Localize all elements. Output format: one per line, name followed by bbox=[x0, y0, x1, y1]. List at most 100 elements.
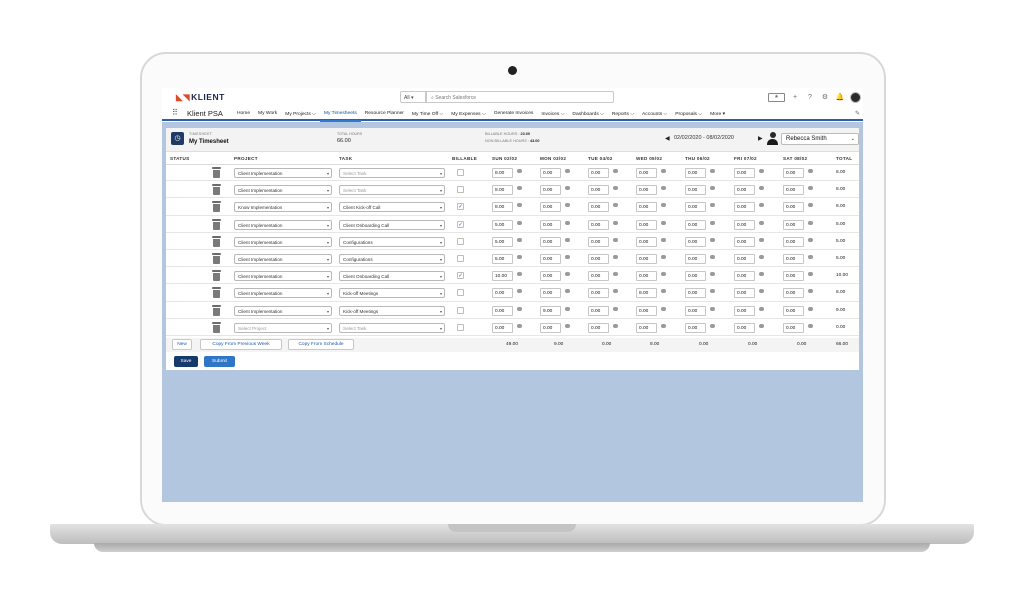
hours-input[interactable]: 0.00 bbox=[636, 168, 657, 178]
trash-icon[interactable] bbox=[212, 253, 221, 264]
comment-icon[interactable] bbox=[613, 306, 618, 311]
comment-icon[interactable] bbox=[517, 169, 522, 173]
comment-icon[interactable] bbox=[661, 289, 666, 294]
comment-icon[interactable] bbox=[517, 306, 522, 311]
hours-input[interactable]: 0.00 bbox=[636, 236, 657, 247]
nav-item-7[interactable]: Generate Invoices bbox=[490, 111, 538, 121]
comment-icon[interactable] bbox=[808, 237, 813, 242]
trash-icon[interactable] bbox=[212, 167, 221, 178]
comment-icon[interactable] bbox=[710, 203, 715, 208]
hours-input[interactable]: 0.00 bbox=[636, 305, 657, 316]
comment-icon[interactable] bbox=[661, 220, 666, 225]
nav-item-10[interactable]: Reports ⌵ bbox=[608, 111, 638, 121]
comment-icon[interactable] bbox=[565, 169, 570, 173]
comment-icon[interactable] bbox=[759, 323, 764, 328]
hours-input[interactable]: 0.00 bbox=[588, 236, 609, 247]
help-icon[interactable]: ? bbox=[805, 94, 815, 101]
hours-input[interactable]: 0.00 bbox=[540, 185, 561, 196]
hours-input[interactable]: 0.00 bbox=[734, 254, 755, 264]
comment-icon[interactable] bbox=[759, 186, 764, 191]
task-select[interactable]: Configurations ▾ bbox=[339, 254, 445, 264]
nav-item-1[interactable]: My Work bbox=[254, 111, 281, 121]
billable-checkbox[interactable] bbox=[457, 237, 464, 245]
hours-input[interactable]: 10.00 bbox=[492, 271, 513, 282]
hours-input[interactable]: 0.00 bbox=[540, 322, 561, 333]
trash-icon[interactable] bbox=[212, 304, 221, 316]
billable-checkbox[interactable] bbox=[457, 323, 464, 331]
hours-input[interactable]: 0.00 bbox=[783, 185, 804, 196]
hours-input[interactable]: 0.00 bbox=[734, 185, 755, 196]
copy-previous-week-button[interactable]: Copy From Previous Week bbox=[200, 339, 282, 350]
comment-icon[interactable] bbox=[759, 272, 764, 277]
hours-input[interactable]: 0.00 bbox=[783, 236, 804, 247]
hours-input[interactable]: 9.00 bbox=[540, 305, 561, 316]
hours-input[interactable]: 0.00 bbox=[588, 322, 609, 333]
app-launcher-icon[interactable]: ⠿ bbox=[172, 109, 180, 117]
comment-icon[interactable] bbox=[565, 306, 570, 311]
billable-checkbox[interactable] bbox=[457, 169, 464, 176]
hours-input[interactable]: 0.00 bbox=[734, 168, 755, 178]
task-select[interactable]: Client Onboarding Call ▾ bbox=[339, 219, 445, 230]
comment-icon[interactable] bbox=[808, 323, 813, 328]
comment-icon[interactable] bbox=[710, 237, 715, 242]
comment-icon[interactable] bbox=[565, 272, 570, 277]
favorites-icon[interactable]: ★ bbox=[768, 92, 785, 102]
comment-icon[interactable] bbox=[808, 306, 813, 311]
trash-icon[interactable] bbox=[212, 218, 221, 230]
comment-icon[interactable] bbox=[517, 237, 522, 242]
hours-input[interactable]: 0.00 bbox=[540, 168, 561, 178]
hours-input[interactable]: 0.00 bbox=[685, 305, 706, 316]
nav-item-11[interactable]: Accounts ⌵ bbox=[638, 111, 671, 121]
comment-icon[interactable] bbox=[661, 186, 666, 191]
comment-icon[interactable] bbox=[517, 186, 522, 191]
hours-input[interactable]: 0.00 bbox=[783, 322, 804, 333]
comment-icon[interactable] bbox=[661, 255, 666, 259]
comment-icon[interactable] bbox=[517, 255, 522, 259]
hours-input[interactable]: 0.00 bbox=[734, 271, 755, 282]
billable-checkbox[interactable]: ✓ bbox=[457, 272, 464, 280]
hours-input[interactable]: 0.00 bbox=[540, 219, 561, 230]
hours-input[interactable]: 0.00 bbox=[685, 322, 706, 333]
trash-icon[interactable] bbox=[212, 287, 221, 299]
comment-icon[interactable] bbox=[613, 323, 618, 328]
comment-icon[interactable] bbox=[565, 289, 570, 294]
hours-input[interactable]: 0.00 bbox=[734, 219, 755, 230]
nav-item-6[interactable]: My Expenses ⌵ bbox=[447, 111, 489, 121]
hours-input[interactable]: 0.00 bbox=[540, 288, 561, 299]
hours-input[interactable]: 0.00 bbox=[636, 254, 657, 264]
comment-icon[interactable] bbox=[759, 237, 764, 242]
comment-icon[interactable] bbox=[808, 186, 813, 191]
hours-input[interactable]: 8.00 bbox=[492, 168, 513, 178]
hours-input[interactable]: 0.00 bbox=[783, 254, 804, 264]
project-select[interactable]: Client Implementation ▾ bbox=[234, 305, 332, 316]
hours-input[interactable]: 0.00 bbox=[636, 202, 657, 213]
hours-input[interactable]: 0.00 bbox=[492, 288, 513, 299]
search-input[interactable]: ⌕ Search Salesforce bbox=[426, 91, 614, 103]
comment-icon[interactable] bbox=[565, 186, 570, 191]
comment-icon[interactable] bbox=[710, 306, 715, 311]
save-button[interactable]: Save bbox=[174, 356, 198, 367]
hours-input[interactable]: 0.00 bbox=[685, 271, 706, 282]
hours-input[interactable]: 0.00 bbox=[540, 254, 561, 264]
task-select[interactable]: Kick-off Meetings ▾ bbox=[339, 288, 445, 299]
user-avatar-top[interactable] bbox=[850, 91, 861, 103]
project-select[interactable]: Client Implementation ▾ bbox=[234, 254, 332, 264]
project-select[interactable]: Client Implementation ▾ bbox=[234, 288, 332, 299]
hours-input[interactable]: 0.00 bbox=[734, 288, 755, 299]
comment-icon[interactable] bbox=[613, 186, 618, 191]
comment-icon[interactable] bbox=[759, 289, 764, 294]
hours-input[interactable]: 0.00 bbox=[734, 322, 755, 333]
billable-checkbox[interactable] bbox=[457, 289, 464, 297]
hours-input[interactable]: 0.00 bbox=[685, 185, 706, 196]
comment-icon[interactable] bbox=[710, 272, 715, 277]
billable-checkbox[interactable] bbox=[457, 186, 464, 194]
comment-icon[interactable] bbox=[517, 323, 522, 328]
comment-icon[interactable] bbox=[710, 220, 715, 225]
submit-button[interactable]: Submit bbox=[204, 356, 235, 367]
project-select[interactable]: Client Implementation ▾ bbox=[234, 185, 332, 196]
comment-icon[interactable] bbox=[565, 237, 570, 242]
nav-item-8[interactable]: Invoices ⌵ bbox=[537, 111, 568, 121]
comment-icon[interactable] bbox=[517, 203, 522, 208]
hours-input[interactable]: 0.00 bbox=[636, 185, 657, 196]
hours-input[interactable]: 0.00 bbox=[492, 305, 513, 316]
